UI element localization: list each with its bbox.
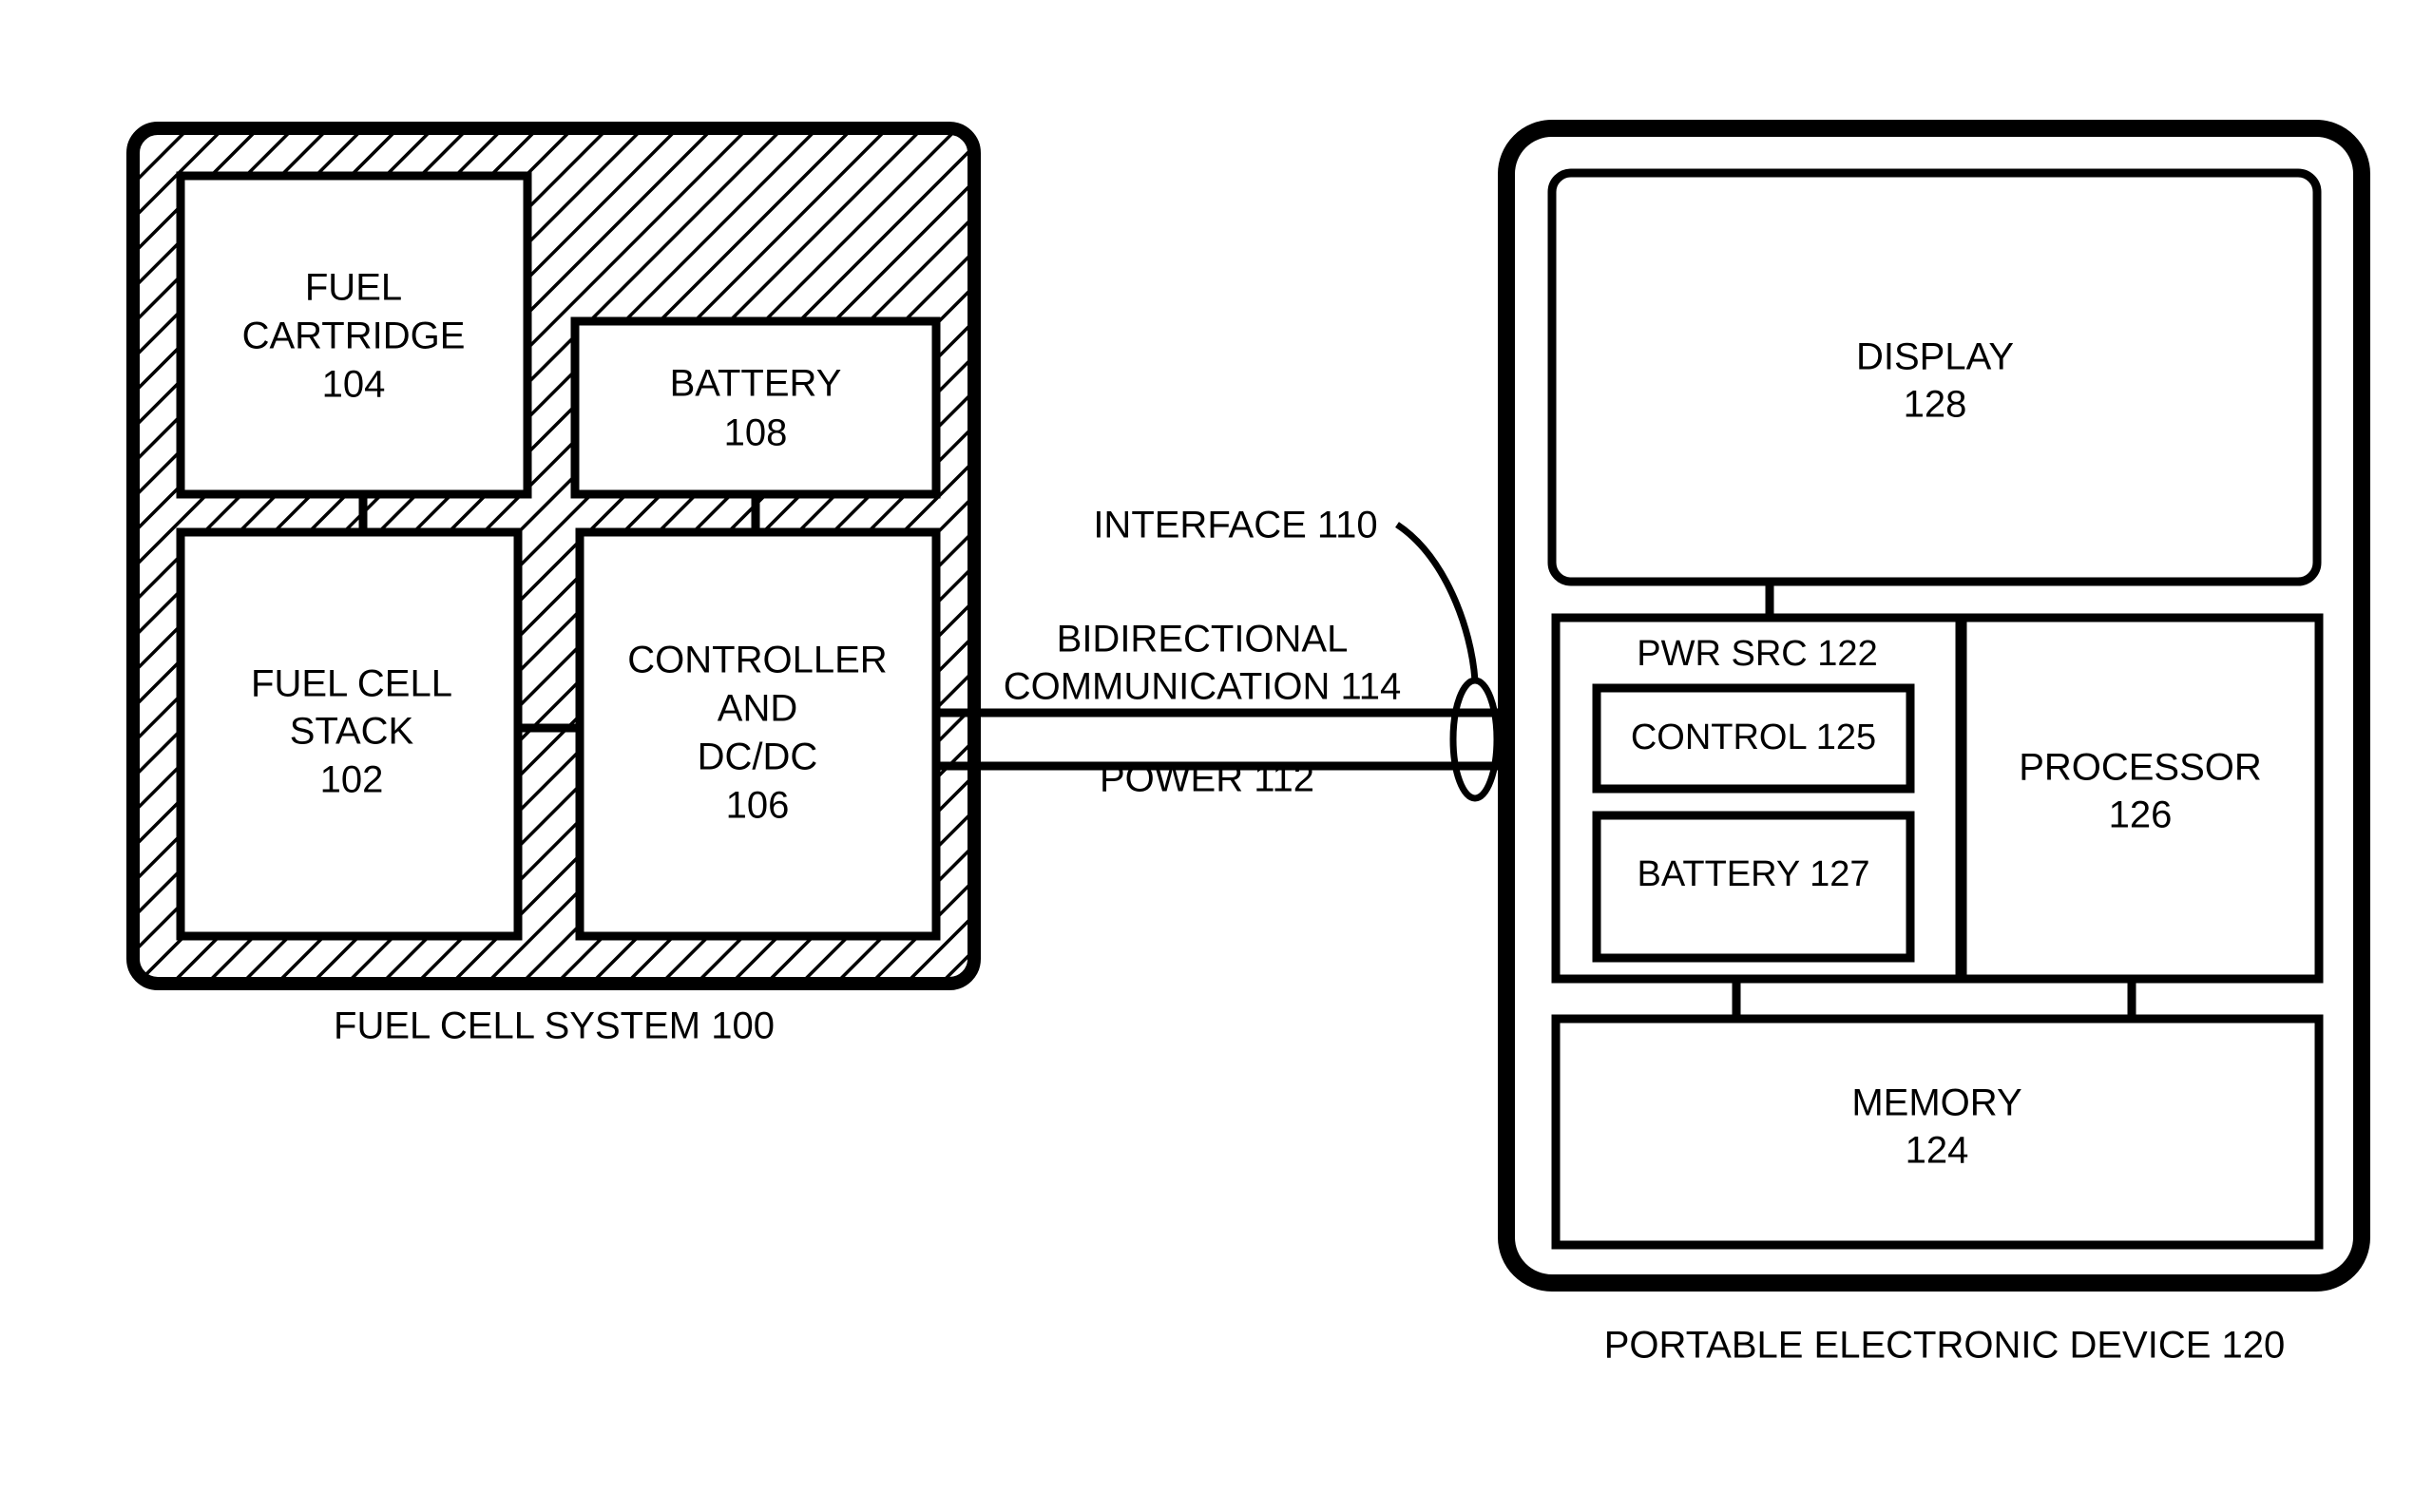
block-battery-127: BATTERY 127 xyxy=(1592,811,1915,963)
portable-device-caption: PORTABLE ELECTRONIC DEVICE 120 xyxy=(1604,1325,2286,1367)
power-112-label: POWER 112 xyxy=(1100,758,1314,800)
processor-label: PROCESSOR xyxy=(2019,747,2262,789)
pwr-src-label: PWR SRC 122 xyxy=(1637,634,1877,674)
display-label: DISPLAY xyxy=(1856,336,2014,378)
controller-label-line3: DC/DC xyxy=(698,737,818,778)
fuel-cartridge-label-line1: FUEL xyxy=(305,267,402,309)
interface-110-label: INTERFACE 110 xyxy=(1093,505,1377,546)
block-control-125: CONTROL 125 xyxy=(1592,683,1915,794)
fuel-cell-stack-label-line2: STACK xyxy=(290,711,414,753)
bidirectional-communication-label-line2: COMMUNICATION 114 xyxy=(1004,666,1402,708)
interface-connector xyxy=(1395,522,1501,802)
block-fuel-cartridge: FUEL CARTRIDGE 104 xyxy=(176,171,532,499)
block-controller-dcdc: CONTROLLER AND DC/DC 106 xyxy=(575,527,941,941)
block-display: DISPLAY 128 xyxy=(1547,168,2322,586)
battery-127-label: BATTERY 127 xyxy=(1637,854,1869,894)
fuel-cell-stack-label-line1: FUEL CELL xyxy=(251,663,452,705)
block-battery-108: BATTERY 108 xyxy=(570,316,941,499)
controller-label-line1: CONTROLLER xyxy=(627,640,887,681)
battery-108-label: BATTERY xyxy=(670,363,842,405)
block-memory: MEMORY 124 xyxy=(1551,1014,2324,1250)
bidirectional-communication-label-line1: BIDIRECTIONAL xyxy=(1057,619,1349,660)
fuel-cell-system-caption: FUEL CELL SYSTEM 100 xyxy=(334,1005,775,1047)
fuel-cartridge-label-line2: CARTRIDGE xyxy=(242,316,466,357)
control-125-label: CONTROL 125 xyxy=(1631,718,1876,757)
battery-108-ref: 108 xyxy=(724,412,788,454)
display-ref: 128 xyxy=(1904,384,1967,426)
controller-ref: 106 xyxy=(726,785,790,827)
fuel-cell-stack-ref: 102 xyxy=(320,759,384,801)
fuel-cartridge-label-ref: 104 xyxy=(322,364,386,406)
memory-label: MEMORY xyxy=(1851,1082,2021,1124)
memory-ref: 124 xyxy=(1906,1130,1969,1172)
diagram-canvas: FUEL CARTRIDGE 104 BATTERY 108 FUEL CELL… xyxy=(0,0,2433,1512)
processor-ref: 126 xyxy=(2109,794,2173,836)
controller-label-line2: AND xyxy=(718,688,797,730)
block-processor: PROCESSOR 126 xyxy=(1958,613,2324,984)
block-fuel-cell-stack: FUEL CELL STACK 102 xyxy=(176,527,523,941)
